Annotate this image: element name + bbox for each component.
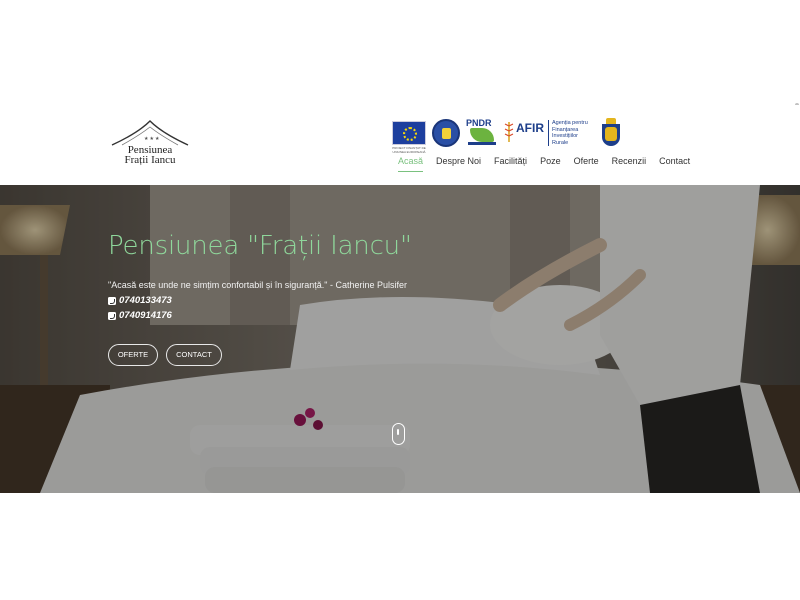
- pndr-logo: PNDR: [466, 118, 498, 148]
- nav-item-acasa[interactable]: Acasă: [398, 156, 424, 172]
- phone-number-1[interactable]: 0740133473: [108, 295, 172, 306]
- scroll-down-mouse-icon[interactable]: [392, 423, 405, 445]
- logo-text-line2: Frații Iancu: [124, 154, 176, 166]
- romania-coat-of-arms-icon: [600, 118, 622, 148]
- government-seal-icon: [432, 119, 460, 147]
- phone-number-1-text: 0740133473: [119, 295, 172, 306]
- wheat-icon: [504, 122, 514, 142]
- nav-item-recenzii[interactable]: Recenzii: [612, 156, 647, 166]
- oferte-button[interactable]: OFERTE: [108, 344, 158, 366]
- nav-item-oferte[interactable]: Oferte: [574, 156, 599, 166]
- site-logo[interactable]: ★★★ Pensiunea Frații Iancu: [108, 119, 192, 169]
- hero-section: Pensiunea "Frații Iancu" "Acasă este und…: [0, 185, 800, 493]
- nav-item-poze[interactable]: Poze: [540, 156, 561, 166]
- phone-number-2[interactable]: 0740914176: [108, 310, 172, 321]
- main-nav: Acasă Despre Noi Facilități Poze Oferte …: [398, 156, 703, 172]
- partner-logos: PROIECT FINANȚAT DE UNIUNEA EUROPEANĂ PN…: [392, 117, 628, 154]
- eu-caption: PROIECT FINANȚAT DE UNIUNEA EUROPEANĂ: [392, 146, 426, 154]
- hero-quote: "Acasă este unde ne simțim confortabil ș…: [108, 280, 408, 290]
- phone-icon: [108, 311, 116, 320]
- pndr-text: PNDR: [466, 118, 492, 128]
- leaf-icon: [470, 128, 494, 142]
- phone-icon: [108, 296, 116, 305]
- afir-title: AFIR: [516, 121, 544, 135]
- afir-description: Agenția pentru Finanțarea Investițiilor …: [548, 120, 592, 146]
- afir-logo: AFIR Agenția pentru Finanțarea Investiți…: [504, 118, 588, 148]
- nav-item-contact[interactable]: Contact: [659, 156, 690, 166]
- page: ★★★ Pensiunea Frații Iancu PROIECT FINAN…: [0, 0, 800, 600]
- contact-button[interactable]: CONTACT: [166, 344, 222, 366]
- phone-number-2-text: 0740914176: [119, 310, 172, 321]
- eu-flag-icon: PROIECT FINANȚAT DE UNIUNEA EUROPEANĂ: [392, 121, 426, 154]
- site-header: ★★★ Pensiunea Frații Iancu PROIECT FINAN…: [0, 105, 800, 185]
- nav-item-despre-noi[interactable]: Despre Noi: [436, 156, 481, 166]
- hero-title: Pensiunea "Frații Iancu": [108, 231, 412, 261]
- logo-stars: ★★★: [144, 136, 161, 142]
- nav-item-facilitati[interactable]: Facilități: [494, 156, 527, 166]
